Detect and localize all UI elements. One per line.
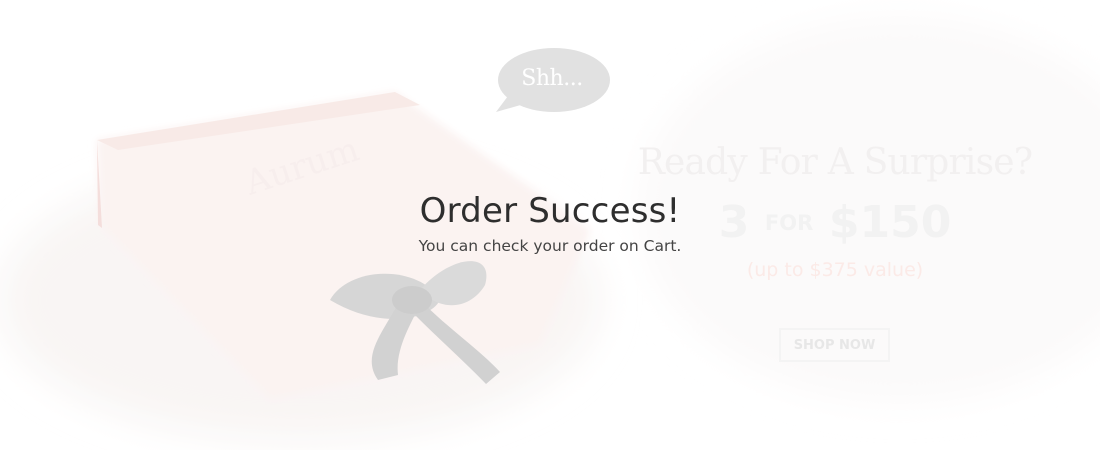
- order-success-message: You can check your order on Cart.: [418, 237, 682, 255]
- order-success-title: Order Success!: [419, 191, 681, 231]
